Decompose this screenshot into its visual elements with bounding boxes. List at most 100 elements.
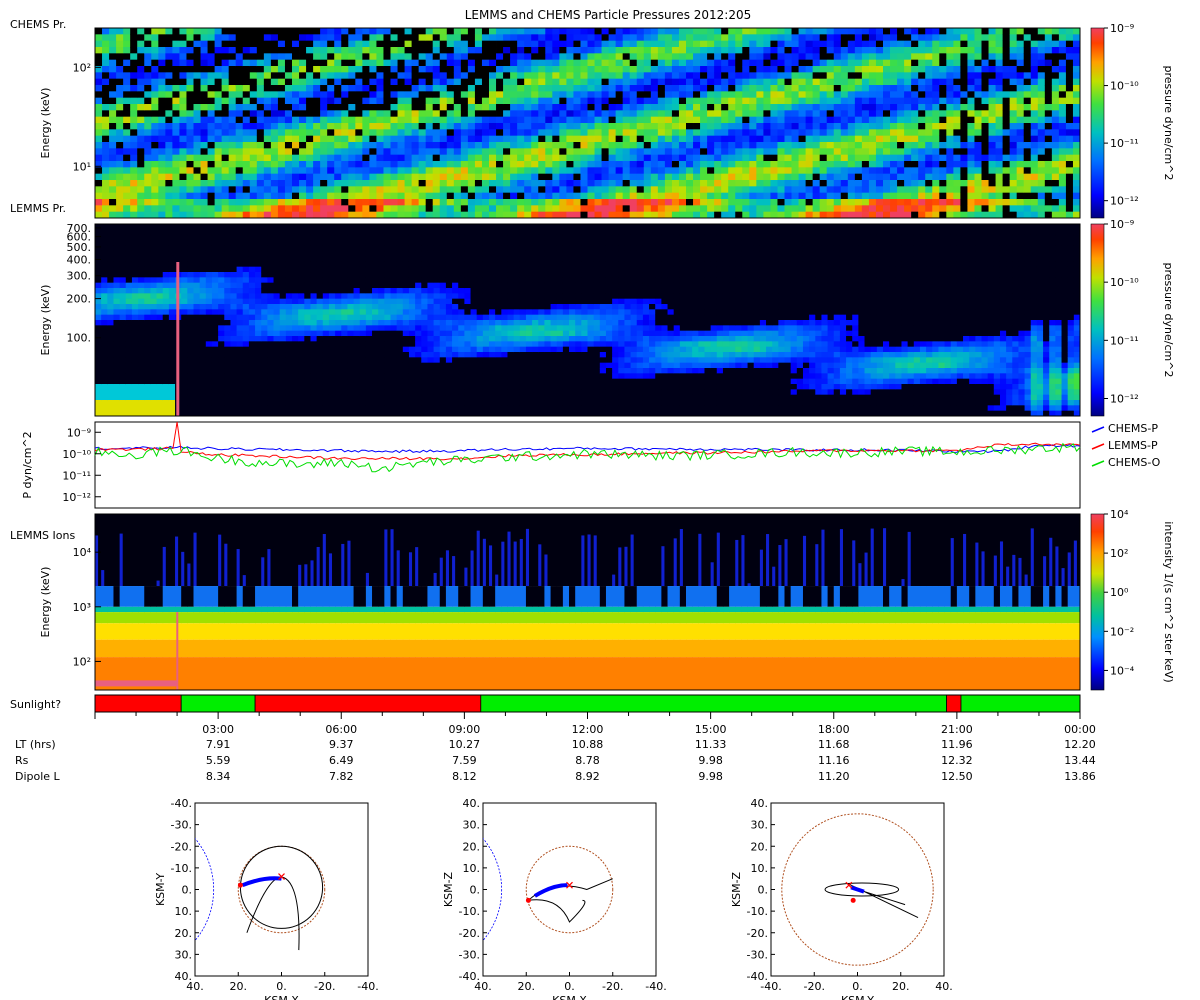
heatmap-cell (587, 129, 595, 137)
heatmap-cell (693, 192, 701, 200)
heatmap-cell (1009, 47, 1018, 54)
heatmap-cell (897, 85, 905, 92)
heatmap-cell (446, 116, 455, 124)
heatmap-cell (735, 59, 743, 67)
heatmap-cell (446, 78, 455, 86)
heatmap-cell (861, 180, 870, 187)
heatmap-cell (967, 186, 975, 194)
heatmap-cell (988, 129, 996, 137)
heatmap-cell (883, 167, 891, 175)
heatmap-cell (1044, 91, 1053, 99)
heatmap-cell (798, 40, 807, 48)
heatmap-cell (138, 320, 145, 326)
heatmap-cell (390, 34, 398, 42)
heatmap-cell (833, 167, 842, 175)
heatmap-cell (125, 256, 133, 262)
lemms-pressure-panel: 100.200.300.400.500.600.700. LEMMS Pr. E… (10, 202, 1175, 417)
heatmap-cell (130, 148, 138, 156)
heatmap-cell (1051, 66, 1060, 73)
heatmap-cell (334, 78, 342, 86)
heatmap-cell (925, 167, 933, 175)
heatmap-cell (566, 34, 574, 42)
heatmap-cell (348, 78, 356, 86)
heatmap-cell (868, 59, 877, 67)
heatmap-cell (995, 129, 1004, 137)
heatmap-cell (960, 47, 968, 54)
heatmap-cell (156, 298, 164, 305)
heatmap-cell (131, 293, 139, 300)
heatmap-cell (664, 34, 673, 42)
heatmap-cell (151, 104, 159, 111)
heatmap-cell (749, 199, 757, 206)
heatmap-cell (538, 59, 546, 67)
heatmap-cell (714, 192, 722, 200)
heatmap-cell (770, 186, 778, 194)
heatmap-cell (453, 199, 462, 206)
heatmap-cell (854, 116, 863, 124)
heatmap-cell (138, 405, 145, 412)
heatmap-cell (503, 180, 511, 187)
heatmap-cell (107, 234, 114, 241)
heatmap-cell (181, 293, 188, 300)
heatmap-cell (615, 129, 624, 137)
heatmap-cell (503, 28, 511, 35)
heatmap-cell (165, 186, 173, 194)
heatmap-cell (306, 78, 314, 86)
heatmap-cell (728, 59, 736, 67)
heatmap-cell (904, 161, 912, 168)
heatmap-cell (144, 142, 152, 149)
heatmap-cell (277, 180, 286, 187)
heatmap-cell (107, 261, 114, 268)
heatmap-cell (890, 142, 898, 149)
heatmap-cell (1016, 192, 1025, 200)
heatmap-cell (777, 167, 785, 175)
heatmap-cell (425, 78, 434, 86)
heatmap-cell (199, 330, 207, 337)
heatmap-cell (798, 199, 807, 206)
heatmap-cell (109, 116, 117, 124)
heatmap-cell (418, 53, 427, 61)
heatmap-cell (320, 66, 328, 73)
heatmap-cell (946, 135, 954, 143)
heatmap-cell (784, 72, 792, 80)
heatmap-cell (826, 180, 835, 187)
heatmap-cell (721, 211, 729, 219)
heatmap-cell (643, 211, 652, 219)
heatmap-cell (742, 199, 750, 206)
heatmap-cell (181, 250, 188, 257)
heatmap-cell (446, 211, 455, 219)
heatmap-cell (1065, 116, 1074, 124)
heatmap-cell (664, 53, 673, 61)
heatmap-cell (172, 47, 180, 54)
heatmap-cell (284, 104, 293, 111)
heatmap-cell (671, 205, 680, 213)
heatmap-cell (107, 394, 114, 401)
heatmap-cell (1002, 72, 1011, 80)
heatmap-cell (904, 135, 912, 143)
heatmap-cell (453, 97, 462, 105)
heatmap-cell (218, 234, 225, 241)
heatmap-cell (925, 104, 933, 111)
heatmap-cell (988, 40, 996, 48)
heatmap-cell (411, 72, 420, 80)
heatmap-cell (460, 142, 469, 149)
heatmap-cell (1023, 40, 1032, 48)
heatmap-cell (967, 34, 975, 42)
heatmap-cell (186, 53, 194, 61)
heatmap-cell (383, 173, 391, 181)
heatmap-cell (784, 78, 792, 86)
heatmap-cell (1016, 59, 1025, 67)
heatmap-cell (432, 47, 441, 54)
heatmap-cell (721, 40, 729, 48)
heatmap-cell (150, 277, 157, 284)
heatmap-cell (242, 28, 251, 35)
heatmap-cell (179, 110, 187, 118)
heatmap-cell (791, 34, 799, 42)
heatmap-cell (369, 40, 377, 48)
heatmap-cell (671, 173, 680, 181)
heatmap-cell (756, 205, 764, 213)
heatmap-cell (193, 256, 201, 262)
heatmap-cell (376, 53, 384, 61)
heatmap-cell (967, 116, 975, 124)
heatmap-cell (735, 129, 743, 137)
